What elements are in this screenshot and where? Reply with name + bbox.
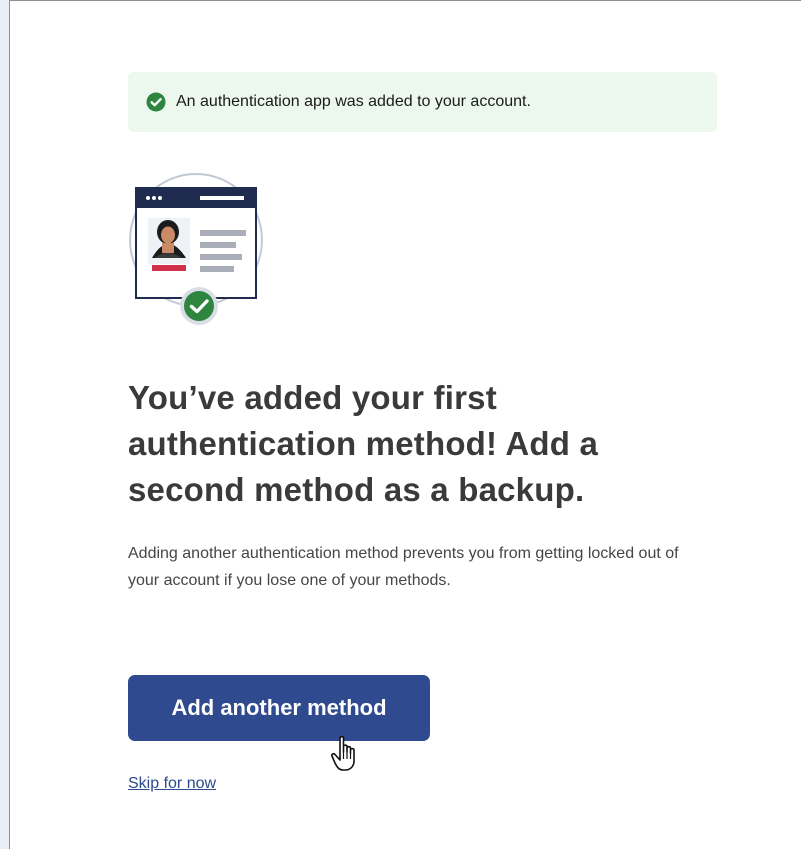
page-heading: You’ve added your first authentication m… <box>128 379 599 508</box>
success-alert: An authentication app was added to your … <box>128 72 717 132</box>
page-description: Adding another authentication method pre… <box>128 545 679 589</box>
add-another-method-button[interactable]: Add another method <box>128 675 430 741</box>
person-avatar-icon <box>148 218 190 271</box>
left-border <box>9 0 10 849</box>
success-badge-icon <box>180 287 218 325</box>
alert-message: An authentication app was added to your … <box>176 93 531 110</box>
hand-pointer-cursor-icon <box>331 735 355 771</box>
account-id-card-illustration <box>129 173 263 325</box>
top-border <box>9 0 801 1</box>
skip-for-now-link[interactable]: Skip for now <box>128 775 216 793</box>
check-circle-icon <box>146 92 166 112</box>
page-left-rail <box>0 0 9 849</box>
